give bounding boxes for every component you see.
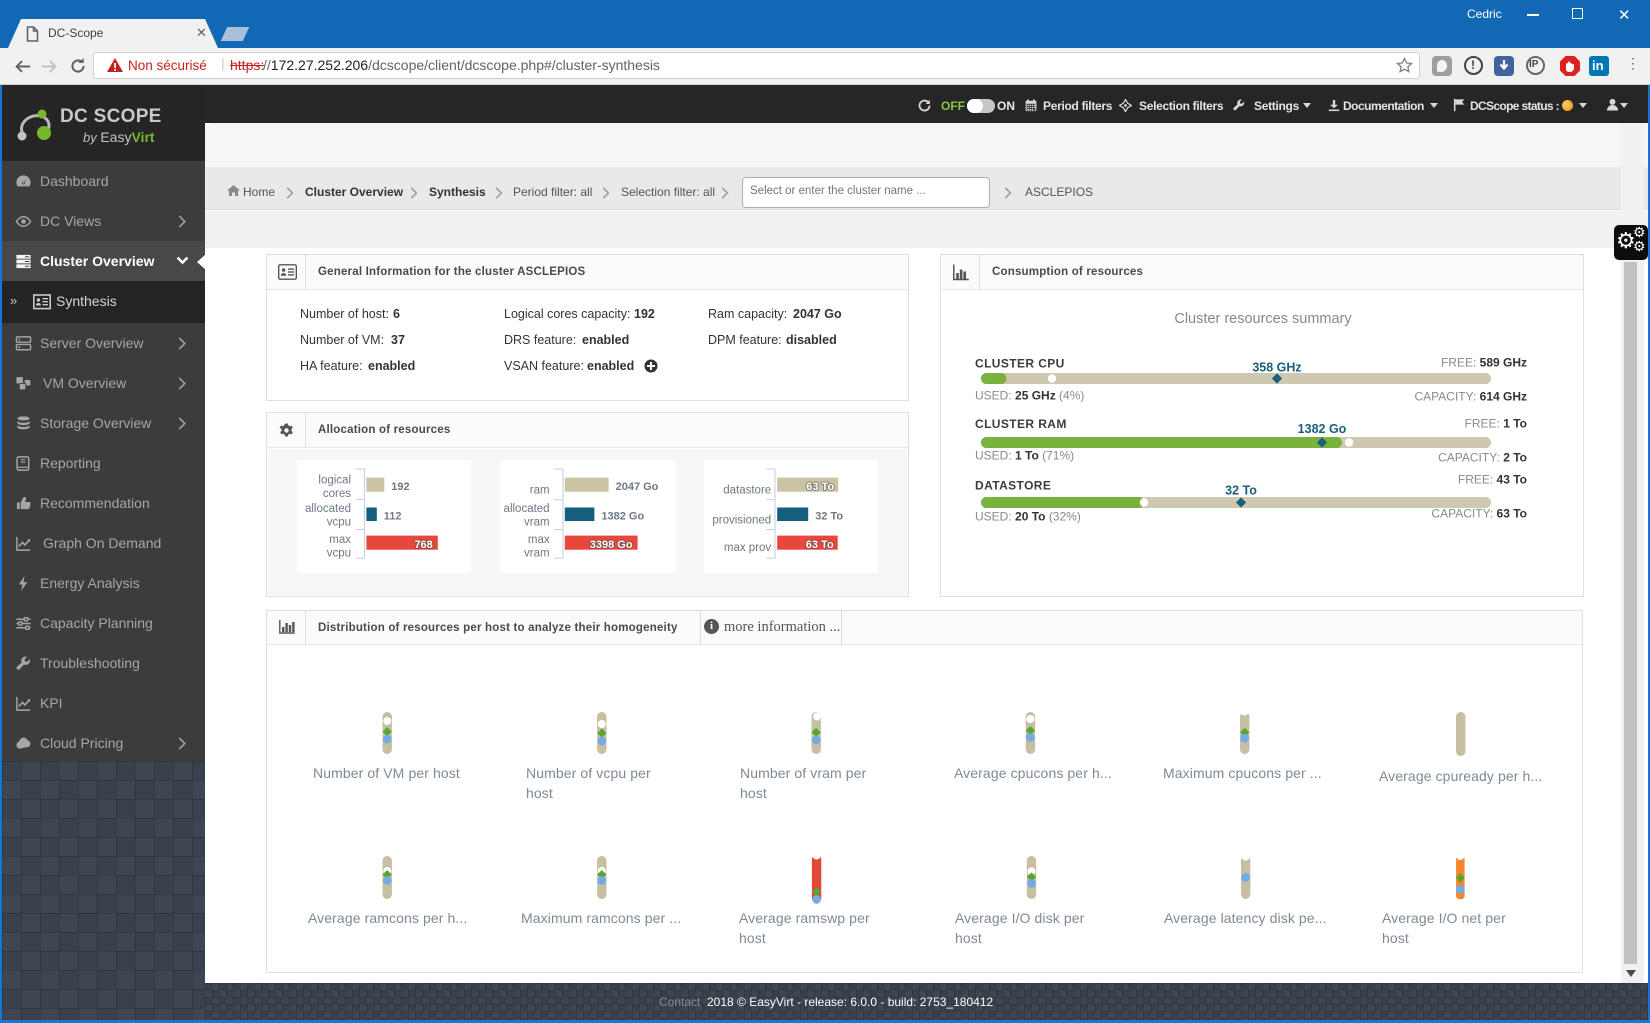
svg-text:max: max bbox=[329, 534, 351, 546]
svg-text:CAPACITY: 2 To: CAPACITY: 2 To bbox=[1438, 451, 1527, 465]
svg-text:USED: 20 To (32%): USED: 20 To (32%) bbox=[975, 510, 1081, 524]
svg-text:vcpu: vcpu bbox=[327, 516, 351, 528]
svg-text:DATASTORE: DATASTORE bbox=[975, 479, 1051, 493]
svg-text:63 To: 63 To bbox=[806, 539, 834, 551]
svg-text:32 To: 32 To bbox=[815, 511, 843, 523]
svg-text:provisioned: provisioned bbox=[712, 515, 771, 527]
svg-text:datastore: datastore bbox=[723, 485, 771, 497]
svg-text:allocated: allocated bbox=[504, 503, 550, 515]
svg-text:cores: cores bbox=[323, 488, 351, 500]
svg-text:CAPACITY: 63 To: CAPACITY: 63 To bbox=[1431, 507, 1527, 521]
svg-text:CLUSTER RAM: CLUSTER RAM bbox=[975, 417, 1067, 431]
svg-text:CAPACITY: 614 GHz: CAPACITY: 614 GHz bbox=[1415, 390, 1528, 404]
svg-text:allocated: allocated bbox=[305, 503, 351, 515]
svg-text:358 GHz: 358 GHz bbox=[1252, 361, 1301, 375]
svg-text:768: 768 bbox=[414, 539, 432, 551]
svg-text:FREE: 43 To: FREE: 43 To bbox=[1458, 473, 1527, 487]
svg-text:vcpu: vcpu bbox=[327, 547, 351, 559]
svg-text:USED: 1 To (71%): USED: 1 To (71%) bbox=[975, 449, 1074, 463]
svg-text:logical: logical bbox=[318, 475, 351, 487]
svg-text:FREE: 589 GHz: FREE: 589 GHz bbox=[1441, 356, 1527, 370]
svg-text:1382 Go: 1382 Go bbox=[601, 511, 644, 523]
svg-text:3398 Go: 3398 Go bbox=[590, 539, 633, 551]
svg-text:ram: ram bbox=[530, 485, 550, 497]
svg-text:max: max bbox=[528, 534, 550, 546]
svg-text:vram: vram bbox=[524, 547, 550, 559]
svg-text:192: 192 bbox=[391, 481, 409, 493]
svg-text:FREE: 1 To: FREE: 1 To bbox=[1465, 417, 1527, 431]
svg-text:112: 112 bbox=[384, 511, 402, 523]
svg-text:63 To: 63 To bbox=[806, 481, 834, 493]
svg-text:2047 Go: 2047 Go bbox=[616, 481, 659, 493]
svg-text:USED: 25 GHz (4%): USED: 25 GHz (4%) bbox=[975, 389, 1084, 403]
svg-text:1382 Go: 1382 Go bbox=[1298, 422, 1347, 436]
svg-text:CLUSTER CPU: CLUSTER CPU bbox=[975, 357, 1065, 371]
svg-text:vram: vram bbox=[524, 516, 550, 528]
svg-text:max prov: max prov bbox=[724, 542, 772, 554]
svg-text:32 To: 32 To bbox=[1225, 484, 1257, 498]
